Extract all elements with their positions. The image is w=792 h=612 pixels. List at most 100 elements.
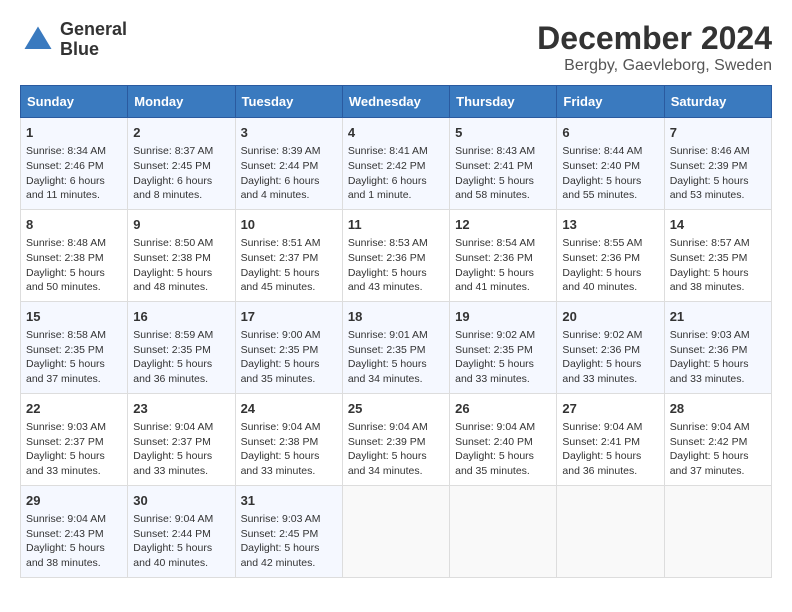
day-number: 14 (670, 216, 766, 234)
daylight: Daylight: 5 hours and 36 minutes. (562, 450, 641, 477)
calendar-cell: 19Sunrise: 9:02 AMSunset: 2:35 PMDayligh… (450, 301, 557, 393)
sunrise: Sunrise: 9:02 AM (562, 329, 642, 341)
calendar-cell: 14Sunrise: 8:57 AMSunset: 2:35 PMDayligh… (664, 209, 771, 301)
daylight: Daylight: 5 hours and 33 minutes. (133, 450, 212, 477)
sunset: Sunset: 2:45 PM (133, 160, 211, 172)
logo-icon (20, 22, 56, 58)
day-number: 23 (133, 400, 229, 418)
sunset: Sunset: 2:37 PM (241, 252, 319, 264)
sunrise: Sunrise: 9:02 AM (455, 329, 535, 341)
daylight: Daylight: 5 hours and 33 minutes. (26, 450, 105, 477)
daylight: Daylight: 5 hours and 38 minutes. (26, 542, 105, 569)
day-number: 2 (133, 124, 229, 142)
sunset: Sunset: 2:37 PM (133, 436, 211, 448)
sunrise: Sunrise: 9:01 AM (348, 329, 428, 341)
day-number: 5 (455, 124, 551, 142)
calendar-cell: 31Sunrise: 9:03 AMSunset: 2:45 PMDayligh… (235, 485, 342, 577)
sunset: Sunset: 2:43 PM (26, 528, 104, 540)
sunset: Sunset: 2:35 PM (348, 344, 426, 356)
header-thursday: Thursday (450, 86, 557, 118)
sunrise: Sunrise: 8:46 AM (670, 145, 750, 157)
day-number: 29 (26, 492, 122, 510)
sunrise: Sunrise: 9:03 AM (241, 513, 321, 525)
sunrise: Sunrise: 8:59 AM (133, 329, 213, 341)
sunrise: Sunrise: 8:58 AM (26, 329, 106, 341)
sunset: Sunset: 2:41 PM (455, 160, 533, 172)
calendar-cell: 13Sunrise: 8:55 AMSunset: 2:36 PMDayligh… (557, 209, 664, 301)
sunset: Sunset: 2:37 PM (26, 436, 104, 448)
calendar-cell: 6 Sunrise: 8:44 AM Sunset: 2:40 PM Daylight… (557, 118, 664, 210)
sunrise: Sunrise: 8:41 AM (348, 145, 428, 157)
daylight: Daylight: 5 hours and 38 minutes. (670, 267, 749, 294)
daylight: Daylight: 5 hours and 55 minutes. (562, 175, 641, 202)
sunrise: Sunrise: 8:51 AM (241, 237, 321, 249)
day-number: 28 (670, 400, 766, 418)
page-subtitle: Bergby, Gaevleborg, Sweden (537, 57, 772, 75)
day-number: 3 (241, 124, 337, 142)
week-row-5: 29 Sunrise: 9:04 AM Sunset: 2:43 PM Dayligh… (21, 485, 772, 577)
daylight: Daylight: 5 hours and 53 minutes. (670, 175, 749, 202)
day-number: 4 (348, 124, 444, 142)
sunrise: Sunrise: 9:04 AM (26, 513, 106, 525)
sunset: Sunset: 2:38 PM (26, 252, 104, 264)
sunset: Sunset: 2:42 PM (670, 436, 748, 448)
day-number: 21 (670, 308, 766, 326)
day-number: 22 (26, 400, 122, 418)
day-number: 6 (562, 124, 658, 142)
calendar-cell: 27Sunrise: 9:04 AMSunset: 2:41 PMDayligh… (557, 393, 664, 485)
day-number: 18 (348, 308, 444, 326)
header-friday: Friday (557, 86, 664, 118)
daylight: Daylight: 5 hours and 58 minutes. (455, 175, 534, 202)
day-number: 27 (562, 400, 658, 418)
calendar-cell (342, 485, 449, 577)
sunset: Sunset: 2:41 PM (562, 436, 640, 448)
calendar-cell (450, 485, 557, 577)
sunset: Sunset: 2:40 PM (455, 436, 533, 448)
page-header: General Blue December 2024 Bergby, Gaevl… (20, 20, 772, 75)
calendar-cell: 5Sunrise: 8:43 AMSunset: 2:41 PMDaylight… (450, 118, 557, 210)
day-number: 19 (455, 308, 551, 326)
sunset: Sunset: 2:36 PM (348, 252, 426, 264)
daylight: Daylight: 6 hours and 8 minutes. (133, 175, 212, 202)
calendar-cell: 1Sunrise: 8:34 AMSunset: 2:46 PMDaylight… (21, 118, 128, 210)
calendar-cell: 7Sunrise: 8:46 AMSunset: 2:39 PMDaylight… (664, 118, 771, 210)
day-number: 25 (348, 400, 444, 418)
sunset: Sunset: 2:36 PM (562, 252, 640, 264)
sunrise: Sunrise: 8:44 AM (562, 145, 642, 157)
daylight: Daylight: 6 hours and 1 minute. (348, 175, 427, 202)
daylight: Daylight: 5 hours and 50 minutes. (26, 267, 105, 294)
calendar-cell: 2Sunrise: 8:37 AMSunset: 2:45 PMDaylight… (128, 118, 235, 210)
page-title: December 2024 (537, 20, 772, 57)
sunset: Sunset: 2:39 PM (670, 160, 748, 172)
daylight: Daylight: 5 hours and 48 minutes. (133, 267, 212, 294)
sunrise: Sunrise: 9:00 AM (241, 329, 321, 341)
calendar-cell: 30Sunrise: 9:04 AMSunset: 2:44 PMDayligh… (128, 485, 235, 577)
day-number: 17 (241, 308, 337, 326)
calendar-cell: 29 Sunrise: 9:04 AM Sunset: 2:43 PM Dayligh… (21, 485, 128, 577)
sunset: Sunset: 2:38 PM (133, 252, 211, 264)
sunset: Sunset: 2:35 PM (26, 344, 104, 356)
header-saturday: Saturday (664, 86, 771, 118)
sunset: Sunset: 2:36 PM (562, 344, 640, 356)
week-row-3: 15Sunrise: 8:58 AMSunset: 2:35 PMDayligh… (21, 301, 772, 393)
sunrise: Sunrise: 9:04 AM (133, 513, 213, 525)
calendar-cell: 26Sunrise: 9:04 AMSunset: 2:40 PMDayligh… (450, 393, 557, 485)
sunrise: Sunrise: 8:55 AM (562, 237, 642, 249)
sunrise: Sunrise: 8:48 AM (26, 237, 106, 249)
sunset: Sunset: 2:36 PM (455, 252, 533, 264)
calendar-cell: 12Sunrise: 8:54 AMSunset: 2:36 PMDayligh… (450, 209, 557, 301)
sunset: Sunset: 2:40 PM (562, 160, 640, 172)
day-number: 1 (26, 124, 122, 142)
sunrise: Sunrise: 9:03 AM (26, 421, 106, 433)
sunset: Sunset: 2:46 PM (26, 160, 104, 172)
header-sunday: Sunday (21, 86, 128, 118)
calendar-cell: 21Sunrise: 9:03 AMSunset: 2:36 PMDayligh… (664, 301, 771, 393)
sunrise: Sunrise: 8:53 AM (348, 237, 428, 249)
sunset: Sunset: 2:35 PM (455, 344, 533, 356)
header-row: SundayMondayTuesdayWednesdayThursdayFrid… (21, 86, 772, 118)
day-number: 31 (241, 492, 337, 510)
daylight: Daylight: 5 hours and 35 minutes. (241, 358, 320, 385)
daylight: Daylight: 5 hours and 45 minutes. (241, 267, 320, 294)
sunset: Sunset: 2:35 PM (670, 252, 748, 264)
day-number: 20 (562, 308, 658, 326)
